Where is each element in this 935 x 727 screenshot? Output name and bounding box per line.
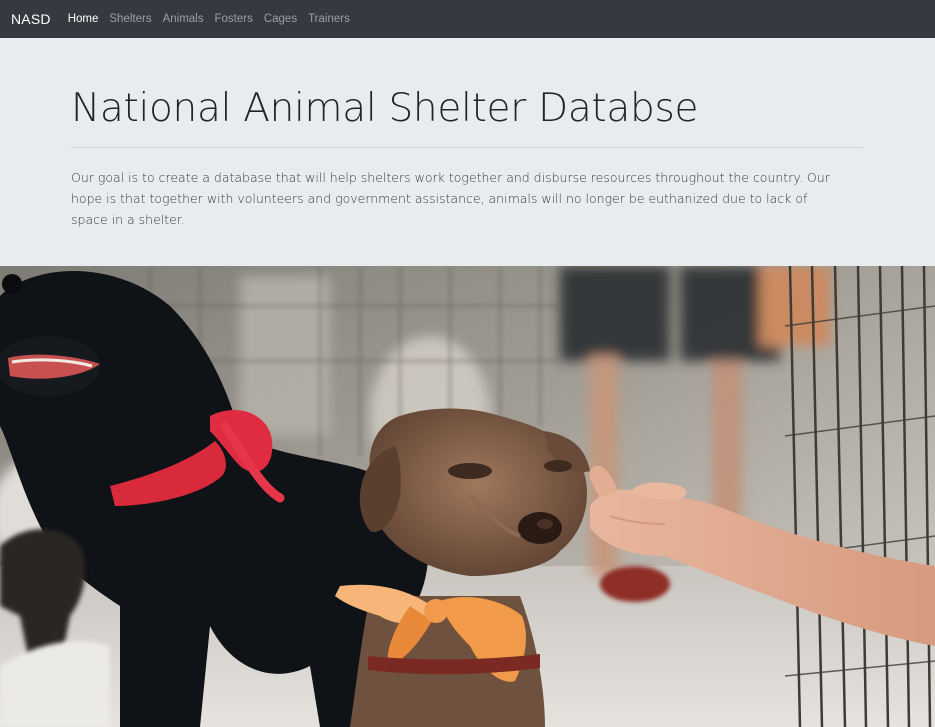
title-divider (71, 147, 863, 148)
nav-item-trainers[interactable]: Trainers (308, 13, 350, 25)
top-navbar: NASD Home Shelters Animals Fosters Cages… (0, 0, 935, 38)
puppies-photo-illustration (0, 266, 935, 727)
jumbotron: National Animal Shelter Databse Our goal… (0, 38, 935, 266)
mission-statement: Our goal is to create a database that wi… (71, 170, 830, 227)
nav-item-animals[interactable]: Animals (163, 13, 204, 25)
page-title: National Animal Shelter Databse (71, 86, 699, 131)
nav-item-home[interactable]: Home (68, 13, 99, 25)
nav-item-fosters[interactable]: Fosters (214, 13, 252, 25)
nav-item-shelters[interactable]: Shelters (109, 13, 151, 25)
brand-link[interactable]: NASD (11, 11, 51, 27)
nav-menu: Home Shelters Animals Fosters Cages Trai… (68, 13, 361, 25)
hero-photo (0, 266, 935, 727)
nav-item-cages[interactable]: Cages (264, 13, 297, 25)
